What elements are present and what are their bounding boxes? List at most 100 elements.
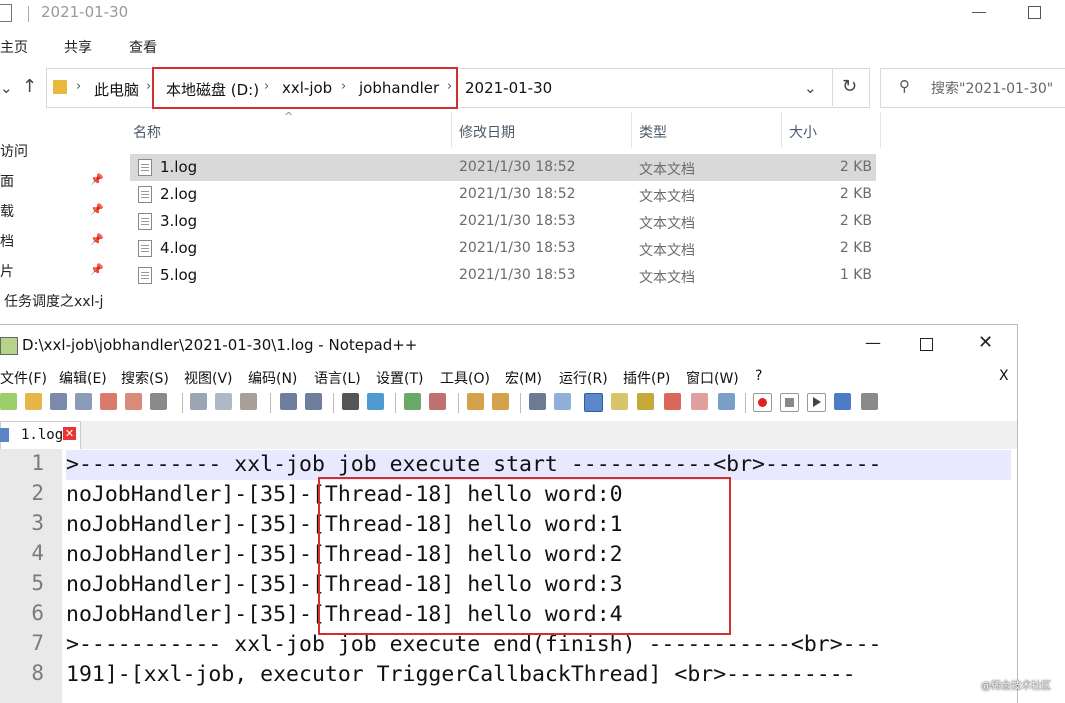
nav-item-documents[interactable]: 档	[0, 231, 14, 251]
minimize-icon[interactable]: —	[865, 333, 881, 352]
breadcrumb-date-folder[interactable]: 2021-01-30	[465, 79, 552, 97]
find-icon[interactable]	[342, 393, 359, 410]
menu-help[interactable]: ?	[755, 368, 762, 384]
column-divider	[781, 112, 782, 148]
sync-vertical-icon[interactable]	[467, 393, 484, 410]
menu-edit[interactable]: 编辑(E)	[59, 368, 107, 388]
breadcrumb-this-pc[interactable]: 此电脑	[94, 79, 139, 100]
menu-file[interactable]: 文件(F)	[0, 368, 47, 388]
zoom-out-icon[interactable]	[429, 393, 446, 410]
menu-macro[interactable]: 宏(M)	[505, 368, 542, 388]
open-file-icon[interactable]	[25, 393, 42, 410]
maximize-button[interactable]	[1028, 6, 1041, 19]
code-line[interactable]: >----------- xxl-job job execute start -…	[66, 450, 1011, 480]
tab-1-log[interactable]: 1.log ✕	[0, 421, 81, 449]
cut-icon[interactable]	[190, 393, 207, 410]
nav-item-pictures[interactable]: 片	[0, 261, 14, 281]
save-all-icon[interactable]	[75, 393, 92, 410]
new-file-icon[interactable]	[0, 393, 17, 410]
redo-icon[interactable]	[305, 393, 322, 410]
file-row[interactable]: 2.log 2021/1/30 18:52 文本文档 2 KB	[130, 181, 876, 208]
chevron-down-icon[interactable]: ⌄	[0, 79, 13, 97]
menu-window[interactable]: 窗口(W)	[686, 368, 739, 388]
save-icon[interactable]	[50, 393, 67, 410]
code-line-text: >----------- xxl-job job execute end(fin…	[66, 632, 882, 657]
maximize-icon[interactable]	[920, 338, 933, 351]
folder-workspace-icon[interactable]	[691, 393, 708, 410]
copy-icon[interactable]	[215, 393, 232, 410]
menu-encoding[interactable]: 编码(N)	[248, 368, 297, 388]
column-divider	[451, 112, 452, 148]
notepad-title: D:\xxl-job\jobhandler\2021-01-30\1.log -…	[22, 336, 418, 354]
breadcrumb-xxl-job[interactable]: xxl-job	[282, 79, 332, 97]
menu-close-doc[interactable]: X	[999, 368, 1009, 384]
menu-view[interactable]: 视图(V)	[184, 368, 233, 388]
indent-guide-icon[interactable]	[584, 393, 603, 412]
column-header-name[interactable]: 名称	[133, 122, 161, 142]
nav-item-quick-access[interactable]: 访问	[0, 141, 28, 161]
word-wrap-icon[interactable]	[529, 393, 546, 410]
user-lang-icon[interactable]	[611, 393, 628, 410]
replace-icon[interactable]	[367, 393, 384, 410]
menu-plugins[interactable]: 插件(P)	[623, 368, 670, 388]
menu-language[interactable]: 语言(L)	[314, 368, 361, 388]
file-type: 文本文档	[639, 270, 695, 286]
file-row[interactable]: 1.log 2021/1/30 18:52 文本文档 2 KB	[130, 154, 876, 181]
menu-run[interactable]: 运行(R)	[559, 368, 608, 388]
minimize-button[interactable]	[972, 12, 986, 13]
stop-macro-icon[interactable]	[780, 393, 799, 412]
toolbar-separator	[333, 393, 334, 413]
play-macro-icon[interactable]	[807, 393, 826, 412]
address-dropdown-icon[interactable]: ⌄	[804, 79, 817, 97]
print-icon[interactable]	[150, 393, 167, 410]
tab-close-icon[interactable]: ✕	[63, 427, 76, 440]
function-list-icon[interactable]	[664, 393, 681, 410]
doc-map-icon[interactable]	[637, 393, 654, 410]
zoom-in-icon[interactable]	[404, 393, 421, 410]
record-macro-icon[interactable]	[753, 393, 772, 412]
sync-horizontal-icon[interactable]	[492, 393, 509, 410]
breadcrumb-drive-d[interactable]: 本地磁盘 (D:)	[166, 79, 259, 100]
close-all-icon[interactable]	[125, 393, 142, 410]
nav-item-downloads[interactable]: 载	[0, 201, 14, 221]
show-all-chars-icon[interactable]	[554, 393, 571, 410]
file-row[interactable]: 3.log 2021/1/30 18:53 文本文档 2 KB	[130, 208, 876, 235]
column-header-date[interactable]: 修改日期	[459, 122, 515, 142]
notepad-app-icon	[0, 337, 18, 355]
close-file-icon[interactable]	[100, 393, 117, 410]
refresh-button[interactable]: ↻	[832, 68, 869, 106]
column-header-type[interactable]: 类型	[639, 122, 667, 142]
ribbon-tab-home[interactable]: 主页	[0, 37, 28, 57]
nav-item-folder[interactable]: 任务调度之xxl-j	[4, 291, 103, 311]
ribbon-tab-view[interactable]: 查看	[129, 37, 157, 57]
close-icon[interactable]: ✕	[978, 332, 993, 353]
file-size: 2 KB	[839, 186, 872, 202]
file-row[interactable]: 4.log 2021/1/30 18:53 文本文档 2 KB	[130, 235, 876, 262]
menu-tools[interactable]: 工具(O)	[440, 368, 490, 388]
run-macro-multiple-icon[interactable]	[834, 393, 851, 410]
menu-search[interactable]: 搜索(S)	[121, 368, 169, 388]
notepad-toolbar	[0, 389, 1017, 419]
file-date: 2021/1/30 18:52	[459, 159, 576, 175]
undo-icon[interactable]	[280, 393, 297, 410]
monitoring-icon[interactable]	[718, 393, 735, 410]
search-input[interactable]: ⚲ 搜索"2021-01-30"	[880, 68, 1065, 108]
editor-area[interactable]: >----------- xxl-job job execute start -…	[0, 449, 1017, 703]
column-header-size[interactable]: 大小	[789, 122, 817, 142]
file-type: 文本文档	[639, 216, 695, 232]
saved-file-icon	[0, 428, 9, 442]
file-size: 2 KB	[839, 213, 872, 229]
save-macro-icon[interactable]	[861, 393, 878, 410]
line-number: 7	[31, 631, 44, 655]
breadcrumb-jobhandler[interactable]: jobhandler	[359, 79, 439, 97]
nav-item-desktop[interactable]: 面	[0, 171, 14, 191]
chevron-right-icon: ›	[447, 79, 453, 94]
file-type: 文本文档	[639, 189, 695, 205]
menu-settings[interactable]: 设置(T)	[376, 368, 423, 388]
paste-icon[interactable]	[240, 393, 257, 410]
chevron-right-icon: ›	[76, 79, 82, 94]
up-arrow-icon[interactable]: ↑	[22, 76, 37, 97]
code-line[interactable]: 191]-[xxl-job, executor TriggerCallbackT…	[66, 660, 1011, 690]
file-row[interactable]: 5.log 2021/1/30 18:53 文本文档 1 KB	[130, 262, 876, 289]
ribbon-tab-share[interactable]: 共享	[64, 37, 92, 57]
